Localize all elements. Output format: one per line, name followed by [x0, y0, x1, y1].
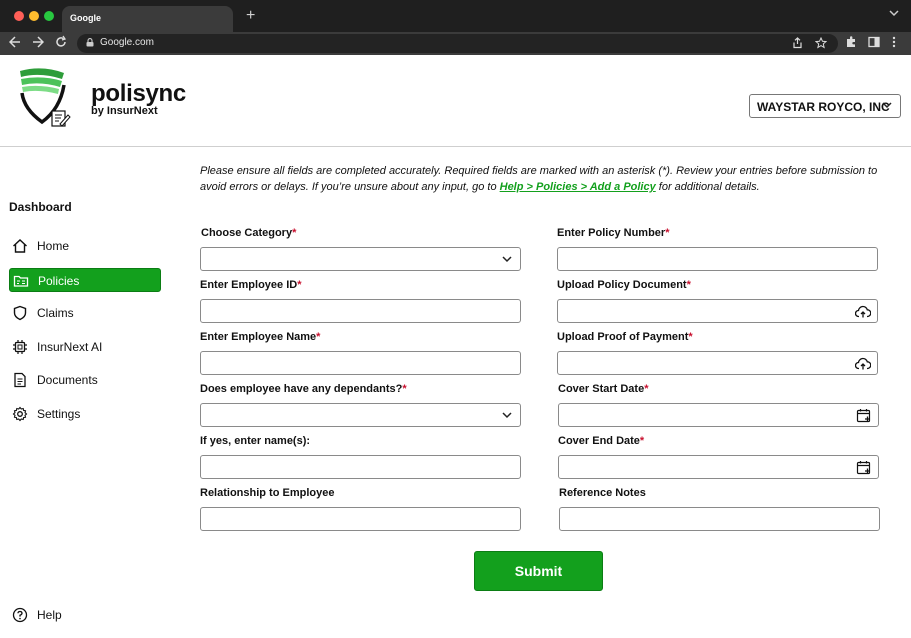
extensions-puzzle-icon[interactable] — [845, 36, 857, 48]
home-icon — [13, 239, 27, 253]
chip-icon — [13, 340, 27, 354]
folder-icon — [13, 275, 29, 287]
choose-category-select[interactable] — [200, 247, 521, 271]
more-menu-icon[interactable] — [891, 36, 897, 48]
browser-tab-strip: Google + — [0, 0, 911, 32]
policy-number-input[interactable] — [557, 247, 878, 271]
share-icon[interactable] — [792, 37, 803, 49]
calendar-add-icon[interactable] — [856, 460, 872, 475]
reference-notes-input[interactable] — [559, 507, 880, 531]
browser-tab[interactable]: Google — [62, 6, 233, 32]
sidebar-item-help[interactable]: Help — [9, 603, 161, 627]
cover-end-date-label: Cover End Date* — [558, 435, 645, 447]
company-selector-value: WAYSTAR ROYCO, INC — [757, 100, 890, 114]
sidebar-item-settings[interactable]: Settings — [9, 402, 161, 426]
sidebar-item-documents[interactable]: Documents — [9, 368, 161, 392]
relationship-input[interactable] — [200, 507, 521, 531]
browser-toolbar: Google.com — [0, 32, 911, 55]
employee-id-label: Enter Employee ID* — [200, 279, 302, 291]
side-panel-icon[interactable] — [868, 36, 880, 48]
help-icon — [12, 607, 28, 623]
policy-document-label: Upload Policy Document* — [557, 279, 691, 291]
brand-tagline: by InsurNext — [91, 105, 158, 117]
help-policies-link[interactable]: Help > Policies > Add a Policy — [500, 181, 656, 193]
employee-name-input[interactable] — [200, 351, 521, 375]
instructions-text-after: for additional details. — [655, 181, 760, 193]
dependants-select[interactable] — [200, 403, 521, 427]
policy-number-label: Enter Policy Number* — [557, 227, 670, 239]
minimize-window-button[interactable] — [29, 11, 39, 21]
chevron-down-icon — [502, 256, 512, 263]
sidebar-item-label: Settings — [37, 407, 81, 421]
calendar-add-icon[interactable] — [856, 408, 872, 423]
reload-icon[interactable] — [55, 35, 67, 49]
sidebar-item-home[interactable]: Home — [9, 234, 161, 258]
form-instructions: Please ensure all fields are completed a… — [200, 163, 880, 195]
chevron-down-icon — [502, 412, 512, 419]
shield-icon — [13, 305, 27, 321]
sidebar-item-insurnext-ai[interactable]: InsurNext AI — [9, 335, 161, 359]
url-text: Google.com — [100, 37, 154, 48]
sidebar-item-label: Policies — [38, 274, 80, 288]
sidebar-title: Dashboard — [9, 200, 72, 214]
chevron-down-icon — [882, 102, 892, 109]
close-window-button[interactable] — [14, 11, 24, 21]
cover-start-date-label: Cover Start Date* — [558, 383, 649, 395]
submit-button[interactable]: Submit — [474, 551, 603, 591]
header-divider — [0, 146, 911, 147]
sidebar-item-label: Documents — [37, 373, 98, 387]
gear-icon — [12, 406, 28, 422]
employee-name-label: Enter Employee Name* — [200, 331, 321, 343]
reference-notes-label: Reference Notes — [559, 487, 646, 499]
employee-id-input[interactable] — [200, 299, 521, 323]
sidebar-item-policies[interactable]: Policies — [9, 268, 161, 292]
sidebar-item-label: InsurNext AI — [37, 340, 103, 354]
company-selector[interactable]: WAYSTAR ROYCO, INC — [749, 94, 901, 118]
cover-end-date-input[interactable] — [558, 455, 879, 479]
address-bar[interactable]: Google.com — [77, 34, 838, 53]
cover-start-date-input[interactable] — [558, 403, 879, 427]
proof-of-payment-label: Upload Proof of Payment* — [557, 331, 693, 343]
dependant-names-input[interactable] — [200, 455, 521, 479]
sidebar-item-label: Home — [37, 239, 70, 253]
policy-document-upload[interactable] — [557, 299, 878, 323]
tab-list-chevron-icon[interactable] — [889, 10, 899, 17]
sidebar-item-claims[interactable]: Claims — [9, 301, 161, 325]
sidebar-item-label: Claims — [37, 306, 74, 320]
cloud-upload-icon[interactable] — [855, 356, 871, 371]
sidebar-item-label: Help — [37, 608, 62, 622]
polisync-logo-icon — [20, 68, 71, 127]
bookmark-star-icon[interactable] — [815, 37, 827, 49]
new-tab-button[interactable]: + — [246, 7, 255, 25]
cloud-upload-icon[interactable] — [855, 304, 871, 319]
brand-name: polisync — [91, 80, 186, 107]
dependants-label: Does employee have any dependants?* — [200, 383, 407, 395]
document-icon — [14, 372, 26, 388]
relationship-label: Relationship to Employee — [200, 487, 335, 499]
forward-arrow-icon[interactable] — [32, 35, 44, 49]
lock-icon — [86, 38, 94, 47]
dependant-names-label: If yes, enter name(s): — [200, 435, 311, 447]
back-arrow-icon[interactable] — [9, 35, 21, 49]
proof-of-payment-upload[interactable] — [557, 351, 878, 375]
maximize-window-button[interactable] — [44, 11, 54, 21]
choose-category-label: Choose Category* — [201, 227, 297, 239]
browser-tab-title: Google — [70, 13, 101, 23]
